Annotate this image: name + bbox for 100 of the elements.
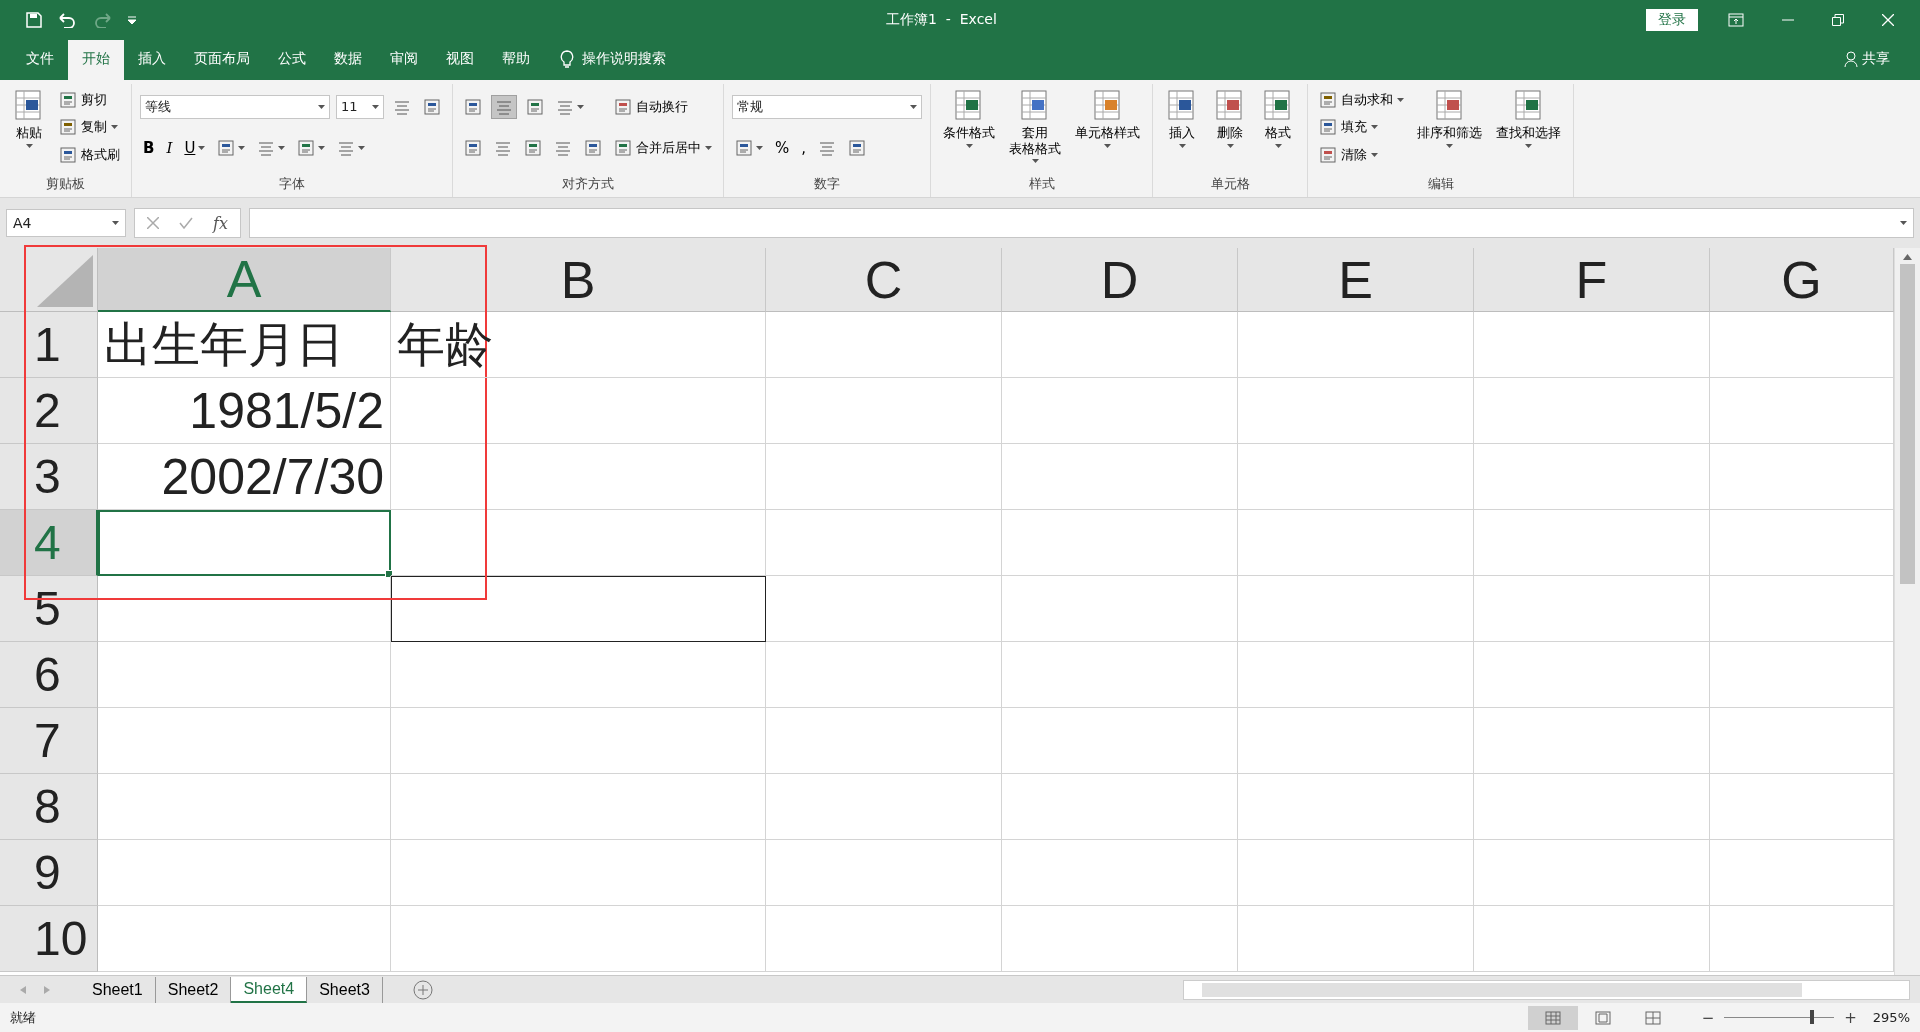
ribbon-button[interactable]: 自动求和 xyxy=(1316,88,1407,111)
sheet-tab[interactable]: Sheet3 xyxy=(307,976,383,1003)
empty-cell[interactable] xyxy=(1474,906,1710,972)
ribbon-button[interactable]: 删除 xyxy=(1209,84,1251,175)
save-icon[interactable] xyxy=(26,12,42,28)
scrollbar-thumb[interactable] xyxy=(1900,264,1915,584)
previous-sheet-icon[interactable] xyxy=(20,985,26,994)
row-header[interactable]: 7 xyxy=(0,708,98,774)
ribbon-tab[interactable]: 帮助 xyxy=(488,40,544,80)
empty-cell[interactable] xyxy=(391,510,766,576)
active-cell[interactable] xyxy=(98,510,391,576)
empty-cell[interactable] xyxy=(1474,378,1710,444)
empty-cell[interactable] xyxy=(1238,774,1474,840)
spreadsheet-cell[interactable]: 2002/7/30 xyxy=(98,444,391,510)
empty-cell[interactable] xyxy=(766,510,1002,576)
row-header[interactable]: 3 xyxy=(0,444,98,510)
empty-cell[interactable] xyxy=(1474,774,1710,840)
empty-cell[interactable] xyxy=(1002,312,1238,378)
format-button[interactable]: B xyxy=(140,136,158,161)
ribbon-tab[interactable]: 开始 xyxy=(68,40,124,80)
zoom-in-button[interactable]: + xyxy=(1844,1008,1857,1027)
ribbon-tab[interactable]: 公式 xyxy=(264,40,320,80)
empty-cell[interactable] xyxy=(1002,906,1238,972)
empty-cell[interactable] xyxy=(766,840,1002,906)
login-button[interactable]: 登录 xyxy=(1646,9,1698,31)
sheet-tab[interactable]: Sheet4 xyxy=(231,976,308,1003)
empty-cell[interactable] xyxy=(391,774,766,840)
tell-me-search[interactable]: 操作说明搜索 xyxy=(582,50,666,68)
dropdown-field[interactable]: 11 xyxy=(336,94,384,119)
empty-cell[interactable] xyxy=(391,708,766,774)
column-header[interactable]: F xyxy=(1474,248,1710,312)
ribbon-button[interactable]: 自动换行 xyxy=(611,95,691,118)
empty-cell[interactable] xyxy=(1238,576,1474,642)
column-header[interactable]: D xyxy=(1002,248,1238,312)
empty-cell[interactable] xyxy=(1002,576,1238,642)
row-header[interactable]: 6 xyxy=(0,642,98,708)
scrollbar-thumb[interactable] xyxy=(1202,982,1802,997)
ribbon-button[interactable]: 清除 xyxy=(1316,144,1381,167)
column-header[interactable]: A xyxy=(98,248,391,312)
empty-cell[interactable] xyxy=(1238,378,1474,444)
ribbon-tab[interactable]: 文件 xyxy=(12,40,68,80)
insert-function-button[interactable]: fx xyxy=(213,213,228,233)
empty-cell[interactable] xyxy=(1474,708,1710,774)
empty-cell[interactable] xyxy=(391,906,766,972)
row-header[interactable]: 2 xyxy=(0,378,98,444)
empty-cell[interactable] xyxy=(1002,774,1238,840)
empty-cell[interactable] xyxy=(1238,906,1474,972)
empty-cell[interactable] xyxy=(1238,708,1474,774)
empty-cell[interactable] xyxy=(391,378,766,444)
empty-cell[interactable] xyxy=(1474,642,1710,708)
empty-cell[interactable] xyxy=(766,906,1002,972)
redo-icon[interactable] xyxy=(92,12,114,28)
empty-cell[interactable] xyxy=(391,840,766,906)
format-button[interactable]: I xyxy=(163,136,176,161)
ribbon-button[interactable]: 复制 xyxy=(56,116,121,139)
cancel-icon[interactable] xyxy=(147,217,159,229)
ribbon-button[interactable]: 排序和筛选 xyxy=(1413,84,1486,175)
add-sheet-icon[interactable] xyxy=(412,979,433,1000)
empty-cell[interactable] xyxy=(766,576,1002,642)
ribbon-button[interactable]: 套用 表格格式 xyxy=(1005,84,1065,175)
spreadsheet-cell[interactable]: 1981/5/2 xyxy=(98,378,391,444)
ribbon-tab[interactable]: 数据 xyxy=(320,40,376,80)
empty-cell[interactable] xyxy=(1002,444,1238,510)
empty-cell[interactable] xyxy=(1002,642,1238,708)
row-header[interactable]: 8 xyxy=(0,774,98,840)
column-header[interactable]: C xyxy=(766,248,1002,312)
empty-cell[interactable] xyxy=(766,444,1002,510)
close-icon[interactable] xyxy=(1882,14,1894,26)
empty-cell[interactable] xyxy=(766,312,1002,378)
next-sheet-icon[interactable] xyxy=(44,985,50,994)
name-box[interactable]: A4 xyxy=(6,209,126,237)
outlined-cell[interactable] xyxy=(391,576,766,642)
check-icon[interactable] xyxy=(179,217,193,229)
empty-cell[interactable] xyxy=(1002,510,1238,576)
ribbon-button[interactable]: 合并后居中 xyxy=(611,137,715,160)
format-button[interactable]: U xyxy=(181,136,209,161)
ribbon-button[interactable]: 填充 xyxy=(1316,116,1381,139)
ribbon-tab[interactable]: 视图 xyxy=(432,40,488,80)
toolbar-button[interactable] xyxy=(491,94,517,119)
ribbon-tab[interactable]: 页面布局 xyxy=(180,40,264,80)
ribbon-button[interactable]: 条件格式 xyxy=(939,84,999,175)
empty-cell[interactable] xyxy=(1238,510,1474,576)
select-all-icon[interactable] xyxy=(37,255,93,307)
column-header[interactable]: E xyxy=(1238,248,1474,312)
spreadsheet-cell[interactable]: 出生年月日 xyxy=(98,312,391,378)
scroll-up-icon[interactable] xyxy=(1903,254,1912,260)
ribbon-button[interactable]: 粘贴 xyxy=(8,84,50,175)
minimize-icon[interactable] xyxy=(1782,19,1794,21)
ribbon-display-icon[interactable] xyxy=(1728,13,1744,27)
empty-cell[interactable] xyxy=(1474,576,1710,642)
empty-cell[interactable] xyxy=(766,642,1002,708)
column-header[interactable]: B xyxy=(391,248,766,312)
empty-cell[interactable] xyxy=(1002,708,1238,774)
row-header[interactable]: 9 xyxy=(0,840,98,906)
ribbon-button[interactable]: 查找和选择 xyxy=(1492,84,1565,175)
empty-cell[interactable] xyxy=(1474,444,1710,510)
ribbon-button[interactable]: 插入 xyxy=(1161,84,1203,175)
row-header[interactable]: 4 xyxy=(0,510,98,576)
empty-cell[interactable] xyxy=(1474,840,1710,906)
share-button[interactable]: 共享 xyxy=(1862,50,1890,68)
